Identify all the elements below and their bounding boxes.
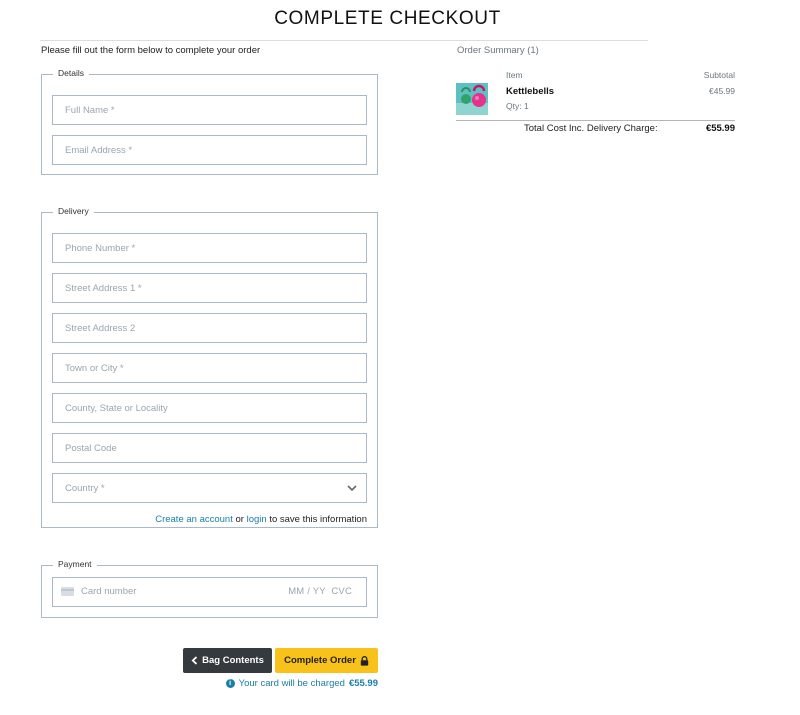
product-quantity: Qty: 1 [506, 101, 529, 111]
email-field[interactable] [52, 135, 367, 165]
order-summary-title: Order Summary (1) [457, 45, 539, 56]
town-city-input[interactable] [53, 354, 366, 382]
street-address-1-field[interactable] [52, 273, 367, 303]
total-cost-label: Total Cost Inc. Delivery Charge: [524, 123, 658, 134]
form-intro: Please fill out the form below to comple… [41, 45, 261, 56]
charge-note-text: Your card will be charged [238, 678, 345, 689]
town-city-field[interactable] [52, 353, 367, 383]
full-name-input[interactable] [53, 96, 366, 124]
county-field[interactable] [52, 393, 367, 423]
page-title: COMPLETE CHECKOUT [274, 8, 501, 29]
email-input[interactable] [53, 136, 366, 164]
postal-code-field[interactable] [52, 433, 367, 463]
credit-card-icon [61, 587, 74, 596]
create-account-link[interactable]: Create an account [155, 514, 233, 525]
summary-col-subtotal: Subtotal [703, 70, 735, 80]
bag-contents-label: Bag Contents [202, 655, 264, 666]
lock-icon [360, 655, 369, 666]
chevron-left-icon [191, 656, 198, 665]
country-select[interactable]: Country * [52, 473, 367, 503]
delivery-legend: Delivery [53, 206, 94, 216]
charge-amount: €55.99 [348, 678, 378, 689]
product-thumbnail[interactable] [456, 83, 488, 115]
country-select-value: Country * [65, 483, 105, 494]
save-info-note: Create an account or login to save this … [155, 514, 367, 525]
payment-fieldset: Payment Card number MM / YY CVC [41, 559, 378, 618]
card-element[interactable]: Card number MM / YY CVC [52, 577, 367, 607]
total-cost-value: €55.99 [705, 123, 735, 134]
chevron-down-icon [347, 485, 357, 492]
save-note-or: or [235, 514, 244, 525]
summary-col-item: Item [506, 70, 523, 80]
county-input[interactable] [53, 394, 366, 422]
postal-code-input[interactable] [53, 434, 366, 462]
phone-field[interactable] [52, 233, 367, 263]
kettlebell-image [456, 83, 488, 115]
product-name[interactable]: Kettlebells [506, 86, 554, 97]
full-name-field[interactable] [52, 95, 367, 125]
phone-input[interactable] [53, 234, 366, 262]
delivery-fieldset: Delivery Country * Create an account or … [41, 206, 378, 528]
charge-note: i Your card will be charged €55.99 [225, 678, 378, 689]
details-fieldset: Details [41, 68, 378, 175]
info-icon: i [225, 679, 235, 688]
payment-legend: Payment [53, 559, 97, 569]
street-address-1-input[interactable] [53, 274, 366, 302]
product-subtotal: €45.99 [709, 86, 735, 96]
card-expiry-cvc-placeholder: MM / YY CVC [288, 586, 352, 597]
title-divider [40, 40, 648, 41]
street-address-2-field[interactable] [52, 313, 367, 343]
login-link[interactable]: login [247, 514, 267, 525]
complete-order-label: Complete Order [284, 655, 356, 666]
details-legend: Details [53, 68, 89, 78]
complete-order-button[interactable]: Complete Order [275, 648, 378, 673]
street-address-2-input[interactable] [53, 314, 366, 342]
bag-contents-button[interactable]: Bag Contents [183, 648, 272, 673]
summary-divider [456, 120, 735, 121]
card-number-placeholder: Card number [81, 586, 137, 597]
save-note-suffix: to save this information [269, 514, 367, 525]
